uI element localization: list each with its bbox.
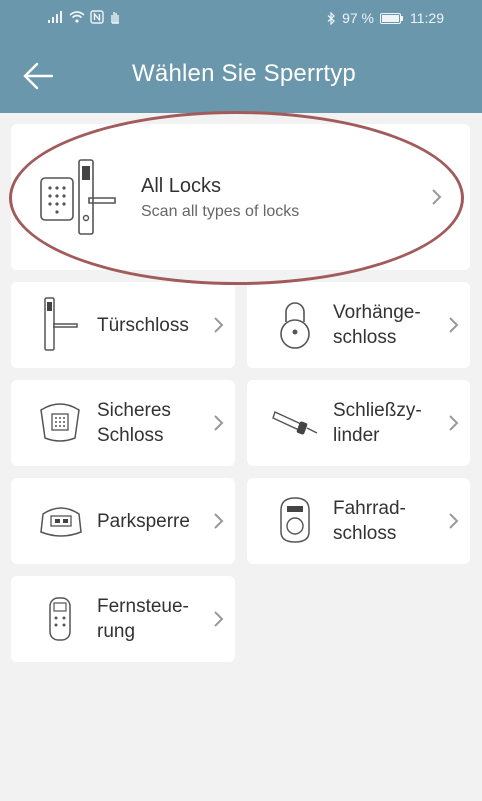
battery-percent: 97 %	[342, 10, 374, 26]
lock-type-label: Fahrrad- schloss	[333, 498, 406, 544]
smart-door-lock-icon	[40, 159, 116, 235]
chevron-right-icon	[449, 317, 459, 333]
lock-type-fernsteuerung[interactable]: Fernsteue- rung	[11, 576, 235, 662]
chevron-right-icon	[432, 189, 442, 205]
bluetooth-icon	[327, 11, 335, 25]
remote-control-icon	[49, 597, 71, 641]
chevron-right-icon	[214, 317, 224, 333]
chevron-right-icon	[214, 415, 224, 431]
status-bar: 97 % 11:29	[0, 0, 482, 38]
lock-type-label: Fernsteue- rung	[97, 596, 189, 642]
lock-type-fahrradschloss[interactable]: Fahrrad- schloss	[247, 478, 470, 564]
lock-type-label: Sicheres Schloss	[97, 400, 171, 446]
door-lock-icon	[44, 297, 78, 351]
lock-type-sicheres-schloss[interactable]: Sicheres Schloss	[11, 380, 235, 466]
bike-lock-icon	[280, 497, 310, 543]
lock-cylinder-icon	[272, 411, 318, 435]
all-locks-title: All Locks	[141, 175, 222, 197]
lock-type-schliesszylinder[interactable]: Schließzy- linder	[247, 380, 470, 466]
lock-type-vorhaengeschloss[interactable]: Vorhänge- schloss	[247, 282, 470, 368]
chevron-right-icon	[449, 513, 459, 529]
all-locks-subtitle: Scan all types of locks	[141, 203, 300, 220]
lock-type-label: Parksperre	[97, 511, 190, 532]
lock-type-label: Vorhänge- schloss	[333, 302, 421, 348]
lock-type-label: Schließzy- linder	[333, 400, 422, 446]
battery-icon	[380, 12, 403, 24]
wifi-icon	[69, 11, 85, 23]
chevron-right-icon	[214, 513, 224, 529]
lock-type-parksperre[interactable]: Parksperre	[11, 478, 235, 564]
chevron-right-icon	[214, 611, 224, 627]
page-title: Wählen Sie Sperrtyp	[132, 60, 356, 87]
all-locks-card[interactable]: All Locks Scan all types of locks	[11, 124, 470, 270]
nfc-icon	[90, 10, 104, 24]
chevron-right-icon	[449, 415, 459, 431]
lock-type-tuerschloss[interactable]: Türschloss	[11, 282, 235, 368]
signal-icon	[48, 11, 62, 23]
lock-type-label: Türschloss	[97, 315, 189, 336]
clock: 11:29	[410, 10, 444, 26]
padlock-icon	[280, 302, 310, 349]
app-bar: 97 % 11:29 Wählen Sie Sperrtyp	[0, 0, 482, 113]
parking-barrier-icon	[40, 507, 82, 537]
safe-lock-icon	[40, 403, 80, 442]
hand-icon	[111, 12, 119, 24]
